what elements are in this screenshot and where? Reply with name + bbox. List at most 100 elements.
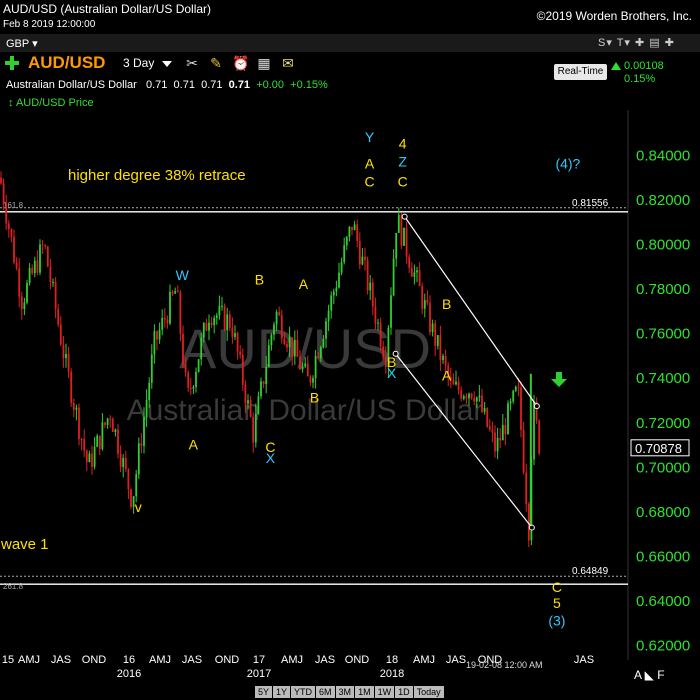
- x-tick-label: JAS: [315, 654, 335, 666]
- channel-lower-line: [395, 353, 533, 528]
- candle-body: [296, 339, 299, 357]
- candle-body: [109, 418, 112, 420]
- candle-body: [244, 384, 247, 404]
- candle-body: [442, 355, 444, 360]
- candle-body: [426, 300, 429, 303]
- candle-body: [117, 429, 119, 454]
- candle-body: [361, 256, 364, 265]
- period-button[interactable]: 1M: [355, 686, 374, 698]
- candle-body: [473, 398, 476, 402]
- candle-body: [293, 339, 296, 357]
- candle-body: [65, 353, 67, 359]
- period-bar: 5Y 1Y YTD 6M 3M 1M 1W 1D Today: [255, 686, 445, 698]
- y-tick-label: 0.62000: [636, 638, 690, 655]
- wave-label: C: [552, 579, 562, 595]
- candle-body: [322, 338, 325, 348]
- candle-body: [23, 302, 26, 310]
- period-button[interactable]: 5Y: [255, 686, 273, 698]
- candle-body: [299, 356, 301, 370]
- candle-body: [517, 386, 520, 388]
- candle-body: [161, 317, 164, 330]
- channel-anchor-point[interactable]: [533, 403, 540, 410]
- candle-body: [403, 227, 405, 246]
- y-tick-label: 0.70000: [636, 459, 690, 476]
- candle-body: [252, 416, 255, 443]
- candle-body: [111, 418, 114, 432]
- candle-body: [231, 327, 234, 337]
- candle-body: [247, 400, 249, 404]
- candle-body: [504, 424, 507, 435]
- candle-body: [93, 446, 96, 467]
- candle-body: [491, 429, 494, 433]
- candle-body: [330, 295, 333, 311]
- candle-body: [195, 371, 197, 387]
- level-price-label: 0.81556: [572, 198, 609, 209]
- candle-body: [187, 372, 190, 389]
- candle-body: [104, 422, 106, 425]
- candle-body: [140, 443, 143, 446]
- level-note: wave 1: [0, 536, 49, 553]
- x-tick-label: OND: [345, 654, 370, 666]
- candle-body: [75, 407, 78, 410]
- candle-body: [468, 393, 470, 399]
- candle-body: [507, 403, 509, 435]
- period-button[interactable]: 1D: [395, 686, 413, 698]
- candle-body: [314, 355, 317, 379]
- candle-body: [176, 291, 179, 293]
- candle-body: [26, 283, 28, 303]
- candle-body: [57, 308, 60, 325]
- period-button[interactable]: 3M: [335, 686, 355, 698]
- candle-body: [418, 270, 421, 287]
- wave-label: (3): [548, 613, 565, 629]
- wave-label: W: [176, 267, 190, 283]
- x-tick-label: JAS: [182, 654, 202, 666]
- candle-body: [377, 322, 379, 324]
- channel-anchor-point[interactable]: [528, 524, 535, 531]
- candle-body: [304, 363, 307, 367]
- candle-body: [382, 346, 385, 358]
- candle-body: [460, 390, 463, 399]
- period-button[interactable]: 1W: [374, 686, 395, 698]
- channel-anchor-point[interactable]: [401, 213, 408, 220]
- candle-body: [221, 305, 223, 307]
- candle-body: [218, 306, 221, 316]
- period-button[interactable]: 6M: [316, 686, 335, 698]
- candle-body: [83, 439, 86, 451]
- candle-body: [286, 343, 288, 348]
- candle-body: [262, 381, 265, 385]
- candle-body: [254, 413, 257, 443]
- candle-body: [356, 224, 359, 242]
- y-tick-label: 0.78000: [636, 281, 690, 298]
- period-button[interactable]: Today: [413, 686, 444, 698]
- candle-body: [10, 228, 13, 237]
- candle-body: [390, 295, 392, 328]
- wave-label: C: [365, 174, 375, 190]
- candle-body: [39, 244, 41, 273]
- candle-body: [538, 420, 541, 454]
- candle-body: [135, 474, 138, 497]
- candle-body: [533, 401, 535, 460]
- candle-body: [234, 333, 236, 337]
- candle-body: [444, 355, 447, 366]
- candle-body: [150, 354, 153, 383]
- x-tick-label: AMJ: [281, 654, 303, 666]
- price-chart[interactable]: AUD/USDAustralian Dollar/US Dollar0.8400…: [0, 0, 700, 700]
- candle-body: [486, 408, 489, 427]
- wave-label: A: [299, 276, 309, 292]
- wave-label: Z: [398, 153, 407, 169]
- period-button[interactable]: 1Y: [273, 686, 291, 698]
- wave-label: 5: [553, 595, 561, 611]
- period-button[interactable]: YTD: [291, 686, 316, 698]
- x-tick-label: JAS: [446, 654, 466, 666]
- x-tick-label: OND: [215, 654, 240, 666]
- x-tick-label: OND: [82, 654, 107, 666]
- wave-label: B: [255, 272, 264, 288]
- candle-body: [525, 472, 528, 505]
- wave-label: B: [310, 390, 319, 406]
- wave-label: A: [189, 437, 199, 453]
- candle-body: [301, 366, 304, 370]
- candle-body: [340, 262, 343, 273]
- scale-toggle[interactable]: A ◣ F: [634, 668, 665, 682]
- candle-body: [137, 443, 140, 475]
- wave-label: X: [266, 450, 276, 466]
